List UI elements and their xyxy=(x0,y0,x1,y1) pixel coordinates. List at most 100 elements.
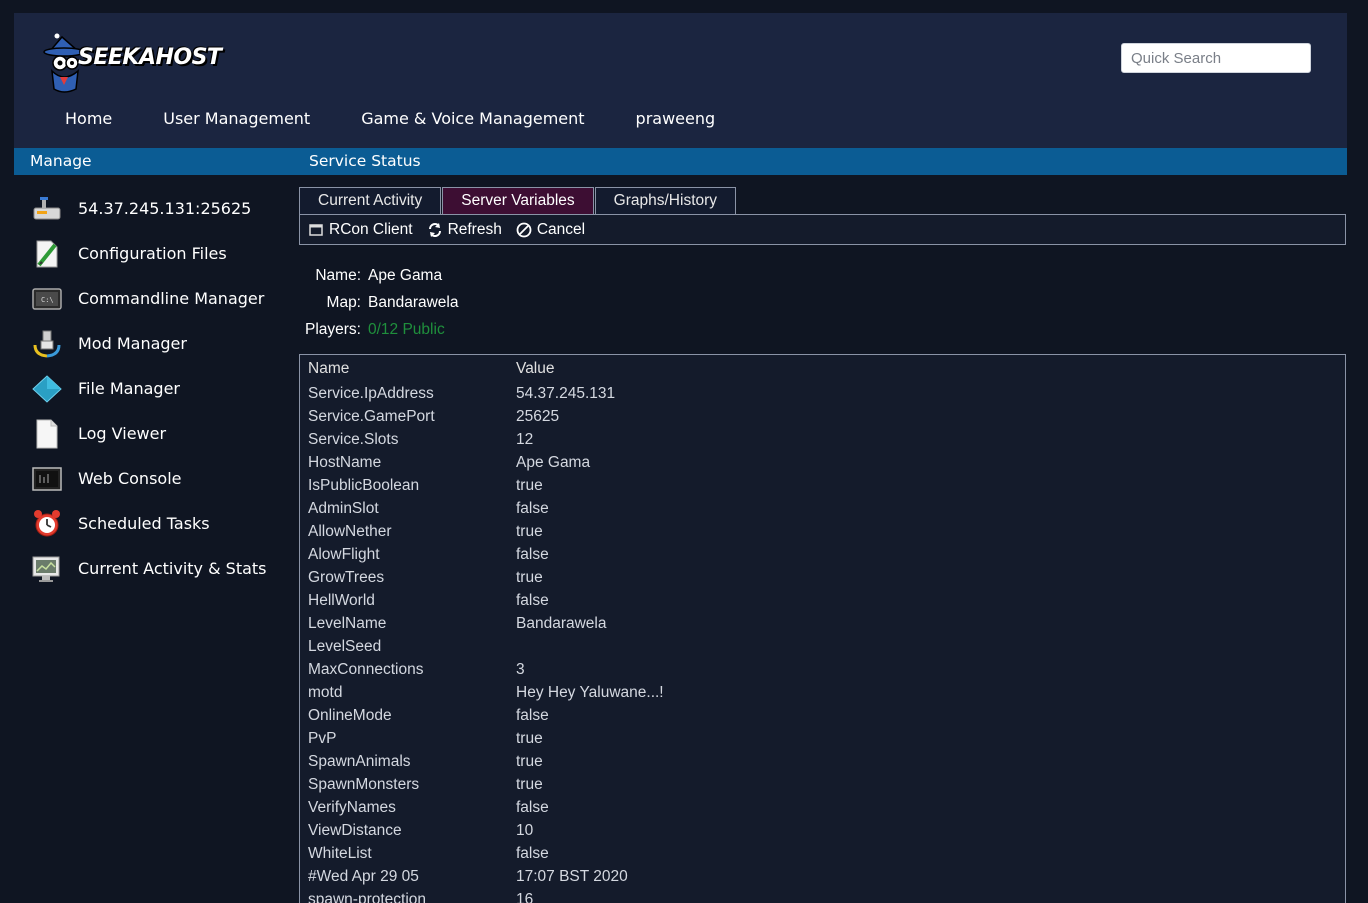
info-players-value: 0/12 Public xyxy=(368,320,445,338)
variable-name-cell: AlowFlight xyxy=(308,545,380,563)
variable-value-cell: true xyxy=(516,775,543,793)
terminal-icon: C:\ xyxy=(30,282,64,316)
variable-value-cell: false xyxy=(516,499,549,517)
variable-name-cell: GrowTrees xyxy=(308,568,385,586)
table-row: HellWorld false xyxy=(300,589,1345,612)
variable-value-cell: false xyxy=(516,706,549,724)
variable-name-cell: motd xyxy=(308,683,343,701)
variable-name-cell: Service.IpAddress xyxy=(308,384,434,402)
table-row: AlowFlight false xyxy=(300,543,1345,566)
service-status-heading: Service Status xyxy=(309,152,421,170)
rcon-client-button[interactable]: RCon Client xyxy=(308,221,413,239)
sidebar-item-label: Log Viewer xyxy=(78,424,167,443)
sidebar-item-label: Mod Manager xyxy=(78,334,187,353)
variable-name-cell: WhiteList xyxy=(308,844,372,862)
info-map-row: Map: Bandarawela xyxy=(299,289,459,316)
sidebar-item-mod-manager[interactable]: Mod Manager xyxy=(30,321,280,366)
variable-name-cell: HellWorld xyxy=(308,591,375,609)
sidebar-item-web-console[interactable]: Web Console xyxy=(30,456,280,501)
variable-name-cell: AdminSlot xyxy=(308,499,379,517)
nav-game-voice-management[interactable]: Game & Voice Management xyxy=(361,109,584,135)
variable-value-cell: 12 xyxy=(516,430,534,448)
info-players-label: Players: xyxy=(305,320,361,338)
sidebar-item-label: Configuration Files xyxy=(78,244,227,263)
nav-user-management[interactable]: User Management xyxy=(163,109,310,135)
variable-value-cell: Bandarawela xyxy=(516,614,607,632)
server-info: Name: Ape Gama Map: Bandarawela Players:… xyxy=(299,262,458,343)
sidebar: 54.37.245.131:25625 Configuration Files … xyxy=(30,186,280,591)
quick-search-input[interactable] xyxy=(1121,43,1311,73)
table-row: IsPublicBoolean true xyxy=(300,474,1345,497)
table-row: LevelName Bandarawela xyxy=(300,612,1345,635)
manage-heading: Manage xyxy=(30,152,92,170)
variable-value-cell: true xyxy=(516,522,543,540)
server-variables-table[interactable]: Name Value Service.IpAddress 54.37.245.13… xyxy=(299,354,1346,903)
variable-name-cell: OnlineMode xyxy=(308,706,392,724)
variable-name-cell: SpawnMonsters xyxy=(308,775,420,793)
table-body: Service.IpAddress 54.37.245.131 Service.Ga… xyxy=(300,382,1345,903)
nav-home[interactable]: Home xyxy=(65,109,112,135)
variable-value-cell: true xyxy=(516,752,543,770)
table-row: AllowNether true xyxy=(300,520,1345,543)
table-row: OnlineMode false xyxy=(300,704,1345,727)
sidebar-item-label: File Manager xyxy=(78,379,180,398)
variable-value-cell: false xyxy=(516,844,549,862)
variable-name-cell: #Wed Apr 29 05 xyxy=(308,867,419,885)
info-map-label: Map: xyxy=(326,293,361,311)
toolbar: RCon Client Refresh Cancel xyxy=(299,214,1346,245)
variable-value-cell: false xyxy=(516,591,549,609)
cancel-icon xyxy=(516,222,532,238)
variable-name-cell: MaxConnections xyxy=(308,660,424,678)
sidebar-item-label: 54.37.245.131:25625 xyxy=(78,199,252,218)
tab-current-activity[interactable]: Current Activity xyxy=(299,187,442,214)
sidebar-item-commandline-manager[interactable]: C:\ Commandline Manager xyxy=(30,276,280,321)
header: SEEKAHOST Home User Management Game & Vo… xyxy=(14,13,1347,148)
variable-name-cell: VerifyNames xyxy=(308,798,396,816)
sidebar-item-label: Current Activity & Stats xyxy=(78,559,267,578)
refresh-label: Refresh xyxy=(447,220,502,238)
sidebar-item-label: Commandline Manager xyxy=(78,289,265,308)
variable-value-cell: true xyxy=(516,568,543,586)
variable-value-cell: 16 xyxy=(516,890,534,903)
table-row: #Wed Apr 29 05 17:07 BST 2020 xyxy=(300,865,1345,888)
table-row: PvP true xyxy=(300,727,1345,750)
config-file-icon xyxy=(30,237,64,271)
variable-name-cell: Service.GamePort xyxy=(308,407,435,425)
sidebar-item-file-manager[interactable]: File Manager xyxy=(30,366,280,411)
info-players-row: Players: 0/12 Public xyxy=(299,316,458,343)
table-row: GrowTrees true xyxy=(300,566,1345,589)
variable-value-cell: true xyxy=(516,729,543,747)
table-row: ViewDistance 10 xyxy=(300,819,1345,842)
column-header-value: Value xyxy=(516,359,555,377)
refresh-button[interactable]: Refresh xyxy=(427,221,502,239)
table-row: motd Hey Hey Yaluwane...! xyxy=(300,681,1345,704)
folder-icon xyxy=(30,372,64,406)
variable-value-cell: Ape Gama xyxy=(516,453,591,471)
sidebar-item-configuration-files[interactable]: Configuration Files xyxy=(30,231,280,276)
alarm-clock-icon xyxy=(30,507,64,541)
monitor-stats-icon xyxy=(30,552,64,586)
variable-name-cell: Service.Slots xyxy=(308,430,399,448)
tab-server-variables[interactable]: Server Variables xyxy=(442,187,594,214)
sidebar-item-scheduled-tasks[interactable]: Scheduled Tasks xyxy=(30,501,280,546)
variable-value-cell: false xyxy=(516,798,549,816)
variable-value-cell: 3 xyxy=(516,660,525,678)
cancel-button[interactable]: Cancel xyxy=(516,221,585,239)
log-file-icon xyxy=(30,417,64,451)
tab-graphs-history[interactable]: Graphs/History xyxy=(594,187,737,214)
svg-text:C:\: C:\ xyxy=(41,296,54,304)
info-name-label: Name: xyxy=(315,266,361,284)
sidebar-item-label: Web Console xyxy=(78,469,182,488)
table-row: Service.GamePort 25625 xyxy=(300,405,1345,428)
nav-user-account[interactable]: praweeng xyxy=(636,109,716,135)
sidebar-item-current-activity-stats[interactable]: Current Activity & Stats xyxy=(30,546,280,591)
sidebar-item-server[interactable]: 54.37.245.131:25625 xyxy=(30,186,280,231)
sidebar-item-log-viewer[interactable]: Log Viewer xyxy=(30,411,280,456)
variable-name-cell: SpawnAnimals xyxy=(308,752,411,770)
variable-name-cell: LevelSeed xyxy=(308,637,382,655)
console-icon xyxy=(30,462,64,496)
table-row: VerifyNames false xyxy=(300,796,1345,819)
variable-value-cell: false xyxy=(516,545,549,563)
variable-name-cell: PvP xyxy=(308,729,337,747)
table-row: Service.Slots 12 xyxy=(300,428,1345,451)
